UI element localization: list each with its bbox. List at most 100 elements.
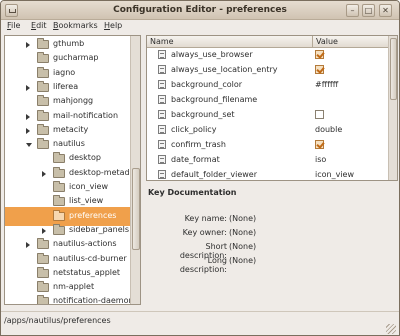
folder-icon bbox=[53, 152, 65, 164]
folder-icon bbox=[37, 138, 49, 150]
tree-scrollbar[interactable] bbox=[130, 36, 140, 304]
key-document-icon bbox=[158, 170, 166, 179]
expander-closed-icon[interactable] bbox=[26, 113, 30, 120]
maximize-button[interactable]: □ bbox=[362, 4, 375, 17]
key-row[interactable]: always_use_location_entry bbox=[147, 62, 388, 77]
tree-scrollbar-thumb[interactable] bbox=[132, 168, 140, 250]
minimize-button[interactable]: – bbox=[346, 4, 359, 17]
menu-edit[interactable]: Edit bbox=[31, 21, 47, 30]
folder-icon bbox=[37, 281, 49, 293]
folder-icon bbox=[53, 223, 65, 235]
resize-grip[interactable] bbox=[386, 324, 396, 334]
folder-icon bbox=[37, 80, 49, 92]
key-list-scrollbar[interactable] bbox=[388, 36, 397, 180]
key-row[interactable]: background_filename bbox=[147, 92, 388, 107]
documentation-title: Key Documentation bbox=[148, 188, 237, 197]
tree-item-label: metacity bbox=[53, 124, 89, 134]
tree-item-label: nautilus-actions bbox=[53, 239, 117, 249]
key-row[interactable]: always_use_browser bbox=[147, 47, 388, 62]
key-name: always_use_location_entry bbox=[171, 65, 278, 74]
key-name: default_folder_viewer bbox=[171, 170, 258, 179]
long-description-value: (None) bbox=[229, 256, 257, 265]
key-document-icon bbox=[158, 110, 166, 119]
key-value[interactable]: iso bbox=[315, 155, 326, 164]
key-value[interactable]: #ffffff bbox=[315, 80, 338, 89]
expander-closed-icon[interactable] bbox=[26, 127, 30, 134]
key-list-scrollbar-thumb[interactable] bbox=[390, 38, 397, 100]
tree-item-label: list_view bbox=[69, 196, 104, 206]
directory-tree: gthumb gucharmap iagno liferea mahjongg mail-… bbox=[4, 35, 141, 305]
expander-closed-icon[interactable] bbox=[42, 227, 46, 234]
tree-item-label: iagno bbox=[53, 67, 76, 77]
key-document-icon bbox=[158, 95, 166, 104]
key-document-icon bbox=[158, 140, 166, 149]
tree-item-label: sidebar_panels bbox=[69, 224, 130, 234]
key-document-icon bbox=[158, 50, 166, 59]
key-name: background_color bbox=[171, 80, 243, 89]
expander-closed-icon[interactable] bbox=[26, 242, 30, 249]
key-row[interactable]: click_policy double bbox=[147, 122, 388, 137]
menu-file[interactable]: File bbox=[7, 21, 20, 30]
long-description-label: Long description: bbox=[179, 256, 227, 274]
status-bar: /apps/nautilus/preferences bbox=[1, 311, 399, 335]
tree-item-label: gucharmap bbox=[53, 53, 99, 63]
configuration-editor-window: Configuration Editor - preferences – □ ✕… bbox=[0, 0, 400, 336]
key-documentation-panel: Key Documentation Key name: (None) Key o… bbox=[146, 187, 398, 305]
key-name: click_policy bbox=[171, 125, 217, 134]
tree-item-label: liferea bbox=[53, 81, 79, 91]
folder-icon bbox=[53, 181, 65, 192]
key-value-checkbox[interactable] bbox=[315, 50, 324, 59]
tree-item-label: mail-notification bbox=[53, 110, 119, 120]
tree-item[interactable]: notification-daemon bbox=[5, 292, 134, 304]
tree-item-label: gthumb bbox=[53, 39, 85, 48]
folder-icon bbox=[37, 123, 49, 135]
expander-closed-icon[interactable] bbox=[42, 170, 46, 177]
key-list: Name Value always_use_browser always_use_… bbox=[146, 35, 398, 181]
tree-item-label: nm-applet bbox=[53, 282, 95, 292]
menu-help[interactable]: Help bbox=[104, 21, 122, 30]
folder-icon bbox=[37, 109, 49, 121]
key-name-label: Key name: bbox=[184, 214, 227, 223]
tree-item-label: mahjongg bbox=[53, 96, 94, 106]
short-description-value: (None) bbox=[229, 242, 257, 251]
key-name: background_set bbox=[171, 110, 235, 119]
current-path: /apps/nautilus/preferences bbox=[4, 316, 111, 325]
folder-icon bbox=[37, 66, 49, 78]
expander-closed-icon[interactable] bbox=[26, 42, 30, 48]
expander-closed-icon[interactable] bbox=[26, 84, 30, 91]
key-document-icon bbox=[158, 65, 166, 74]
key-document-icon bbox=[158, 155, 166, 164]
key-name: background_filename bbox=[171, 95, 258, 104]
folder-icon bbox=[37, 52, 49, 64]
key-row[interactable]: default_folder_viewer icon_view bbox=[147, 167, 388, 180]
key-row[interactable]: confirm_trash bbox=[147, 137, 388, 152]
key-row[interactable]: background_set bbox=[147, 107, 388, 122]
folder-icon bbox=[37, 252, 49, 264]
key-row[interactable]: background_color #ffffff bbox=[147, 77, 388, 92]
folder-icon bbox=[37, 95, 49, 107]
window-title: Configuration Editor - preferences bbox=[113, 5, 287, 15]
key-document-icon bbox=[158, 125, 166, 134]
folder-icon bbox=[37, 266, 49, 278]
folder-icon bbox=[53, 209, 65, 221]
key-row[interactable]: date_format iso bbox=[147, 152, 388, 167]
folder-icon bbox=[37, 295, 49, 304]
key-value[interactable]: icon_view bbox=[315, 170, 354, 179]
folder-icon bbox=[53, 195, 65, 207]
close-button[interactable]: ✕ bbox=[379, 4, 392, 17]
folder-icon bbox=[37, 38, 49, 49]
tree-item-label: nautilus bbox=[53, 139, 85, 149]
key-value-checkbox[interactable] bbox=[315, 140, 324, 149]
title-bar[interactable]: Configuration Editor - preferences – □ ✕ bbox=[1, 1, 399, 20]
folder-icon bbox=[37, 238, 49, 250]
expander-open-icon[interactable] bbox=[26, 143, 32, 148]
key-name: confirm_trash bbox=[171, 140, 226, 149]
menu-bookmarks[interactable]: Bookmarks bbox=[53, 21, 98, 30]
menu-bar: File Edit Bookmarks Help bbox=[1, 20, 399, 34]
key-value-checkbox[interactable] bbox=[315, 65, 324, 74]
key-name: date_format bbox=[171, 155, 220, 164]
key-document-icon bbox=[158, 80, 166, 89]
key-value-checkbox[interactable] bbox=[315, 110, 324, 119]
tree-item-label: nautilus-cd-burner bbox=[53, 253, 127, 263]
key-value[interactable]: double bbox=[315, 125, 342, 134]
